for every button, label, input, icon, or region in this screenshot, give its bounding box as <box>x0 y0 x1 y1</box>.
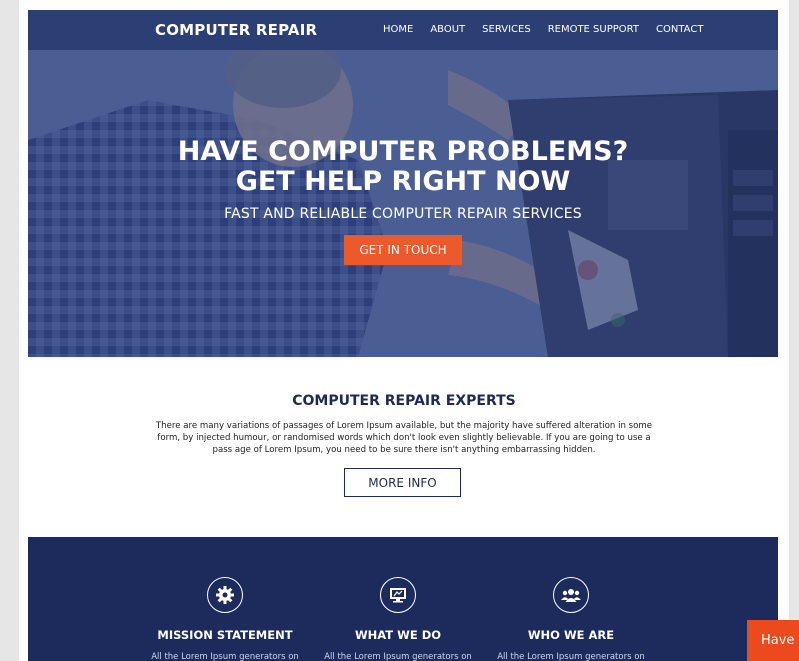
feature-text: All the Lorem Ipsum generators on <box>324 652 472 661</box>
gear-icon <box>207 577 243 613</box>
feature-text: All the Lorem Ipsum generators on <box>151 652 299 661</box>
feature-title: WHAT WE DO <box>354 628 442 642</box>
feature-title: WHO WE ARE <box>527 628 615 642</box>
hero-title: HAVE COMPUTER PROBLEMS? GET HELP RIGHT N… <box>28 137 778 197</box>
more-info-button[interactable]: MORE INFO <box>344 468 461 497</box>
about-text: There are many variations of passages of… <box>155 421 653 455</box>
nav-home[interactable]: HOME <box>383 24 413 35</box>
brand-logo[interactable]: COMPUTER REPAIR <box>155 21 317 39</box>
navbar: COMPUTER REPAIR HOME ABOUT SERVICES REMO… <box>28 10 778 50</box>
hero-subtitle: FAST AND RELIABLE COMPUTER REPAIR SERVIC… <box>224 206 582 222</box>
hero-section: COMPUTER REPAIR HOME ABOUT SERVICES REMO… <box>28 10 778 357</box>
people-icon <box>553 577 589 613</box>
get-in-touch-button[interactable]: GET IN TOUCH <box>344 235 462 265</box>
nav-remote-support[interactable]: REMOTE SUPPORT <box>548 24 639 35</box>
chat-tab[interactable]: Have <box>747 620 799 661</box>
main-nav: HOME ABOUT SERVICES REMOTE SUPPORT CONTA… <box>383 24 720 35</box>
nav-contact[interactable]: CONTACT <box>656 24 703 35</box>
monitor-icon <box>380 577 416 613</box>
feature-text: All the Lorem Ipsum generators on <box>497 652 645 661</box>
nav-services[interactable]: SERVICES <box>482 24 531 35</box>
features-section: MISSION STATEMENT All the Lorem Ipsum ge… <box>28 537 778 661</box>
hero-title-line1: HAVE COMPUTER PROBLEMS? <box>177 136 629 167</box>
nav-about[interactable]: ABOUT <box>430 24 465 35</box>
hero-title-line2: GET HELP RIGHT NOW <box>235 166 571 197</box>
feature-title: MISSION STATEMENT <box>157 628 293 642</box>
page: COMPUTER REPAIR HOME ABOUT SERVICES REMO… <box>19 0 789 661</box>
about-title: COMPUTER REPAIR EXPERTS <box>292 393 516 409</box>
